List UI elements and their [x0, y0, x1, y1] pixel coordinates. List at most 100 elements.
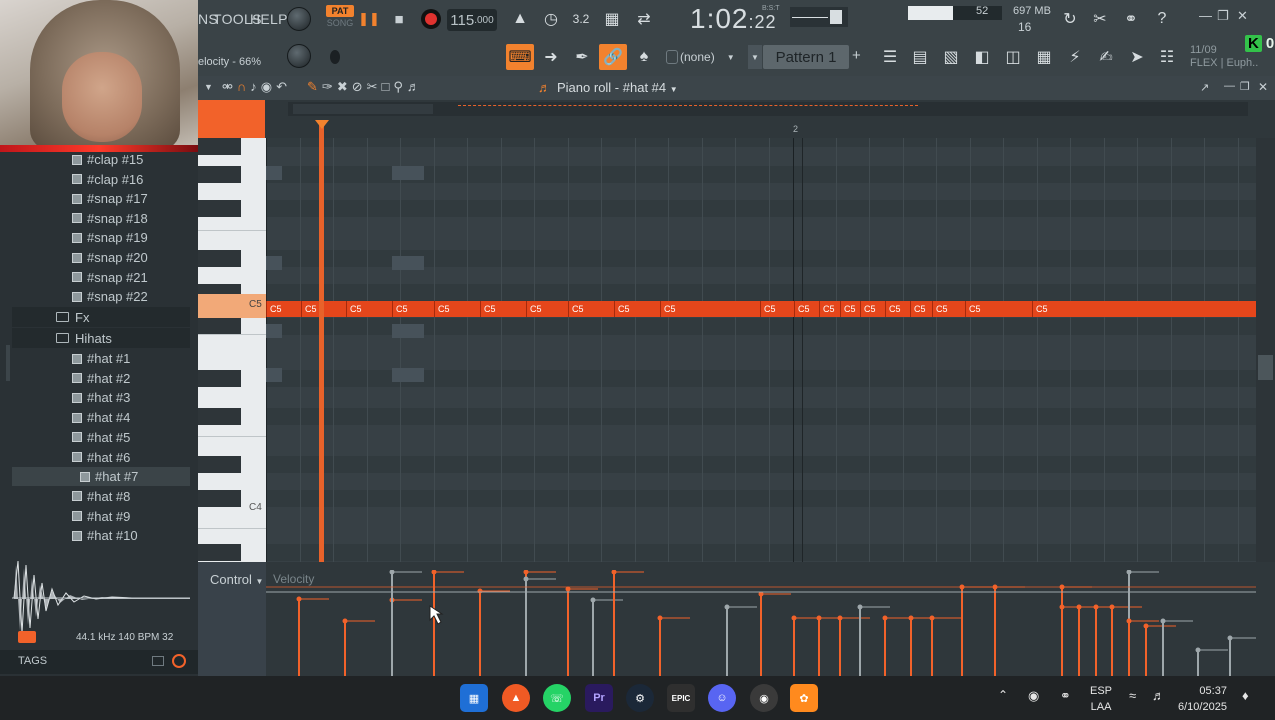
record-button[interactable]: [421, 9, 441, 29]
language-indicator[interactable]: ESP LAA: [1090, 683, 1112, 715]
note[interactable]: C5: [480, 301, 526, 317]
browser-item[interactable]: #snap #21: [72, 268, 148, 287]
velocity-handle[interactable]: [342, 618, 348, 624]
browser-item[interactable]: #hat #3: [72, 388, 130, 407]
velocity-handle[interactable]: [657, 615, 663, 621]
piano-keyboard[interactable]: [198, 138, 266, 562]
note[interactable]: C5: [860, 301, 885, 317]
magnet-icon[interactable]: ⚮: [222, 79, 233, 97]
arrow-right-icon[interactable]: ➜: [537, 44, 565, 70]
control-dropdown[interactable]: Control ▼: [210, 572, 263, 587]
velocity-handle[interactable]: [477, 588, 483, 594]
velocity-handle[interactable]: [908, 615, 914, 621]
loop-record-icon[interactable]: ⇄: [630, 6, 658, 32]
browser-item[interactable]: #clap #16: [72, 170, 143, 189]
refresh-icon[interactable]: ↻: [1056, 6, 1084, 32]
channel-selector[interactable]: (none) ▼: [680, 47, 738, 67]
expand-icon[interactable]: ↗: [1200, 81, 1209, 94]
note[interactable]: C5: [660, 301, 760, 317]
system-clock[interactable]: 05:37 6/10/2025: [1178, 683, 1227, 715]
note[interactable]: C5: [614, 301, 660, 317]
browser-item[interactable]: #hat #9: [72, 507, 130, 526]
zoom-icon[interactable]: ⚲: [393, 79, 403, 97]
search-icon[interactable]: [172, 654, 186, 668]
select-icon[interactable]: □: [382, 79, 390, 97]
note-grid[interactable]: [266, 138, 1256, 562]
note[interactable]: C5: [434, 301, 480, 317]
browser-folder[interactable]: Hihats: [12, 328, 190, 348]
wait-input-icon[interactable]: ◷: [537, 6, 565, 32]
browser-item[interactable]: #hat #8: [72, 487, 130, 506]
scissors-icon[interactable]: ✂: [1086, 6, 1114, 32]
black-key[interactable]: [198, 456, 241, 473]
black-key[interactable]: [198, 250, 241, 267]
velocity-handle[interactable]: [816, 615, 822, 621]
velocity-handle[interactable]: [523, 576, 529, 582]
note[interactable]: C5: [760, 301, 794, 317]
countdown-icon[interactable]: 3.2: [567, 6, 595, 32]
link-icon[interactable]: 🔗: [599, 44, 627, 70]
browser-item[interactable]: #snap #17: [72, 189, 148, 208]
title-chevron-icon[interactable]: ▼: [670, 85, 678, 94]
menu-arrow-icon[interactable]: ▼: [204, 82, 213, 92]
browser-item[interactable]: #clap #15: [72, 150, 143, 169]
timeline-ruler[interactable]: [198, 100, 1275, 138]
velocity-handle[interactable]: [1109, 604, 1115, 610]
tempo-tapper-icon[interactable]: ➤: [1123, 44, 1151, 70]
velocity-handle[interactable]: [1126, 570, 1132, 575]
pr-close-icon[interactable]: ✕: [1258, 80, 1268, 94]
undo-icon[interactable]: ↶: [276, 79, 287, 97]
metronome-icon[interactable]: ▲: [506, 6, 534, 32]
vertical-scroll-thumb[interactable]: [1258, 355, 1273, 380]
velocity-handle[interactable]: [1143, 623, 1149, 629]
steam-icon[interactable]: ⚙: [626, 684, 654, 712]
wifi-icon[interactable]: ≈: [1129, 688, 1136, 703]
note[interactable]: C5: [346, 301, 392, 317]
velocity-handle[interactable]: [1059, 604, 1065, 610]
master-pitch-knob[interactable]: [287, 44, 311, 68]
mixer-icon[interactable]: ◧: [968, 44, 996, 70]
note[interactable]: C5: [526, 301, 568, 317]
note[interactable]: C5: [266, 301, 301, 317]
browser-item[interactable]: #snap #20: [72, 248, 148, 267]
browser-item[interactable]: #snap #19: [72, 228, 148, 247]
scroll-thumb[interactable]: [293, 104, 433, 114]
volume-icon[interactable]: ♬: [1152, 688, 1165, 703]
browser-item[interactable]: #hat #2: [72, 369, 130, 388]
minimize-icon[interactable]: —: [1199, 8, 1212, 23]
velocity-handle[interactable]: [590, 597, 596, 603]
velocity-handle[interactable]: [882, 615, 888, 621]
pitch-slider-icon[interactable]: [330, 50, 340, 64]
windows-start-icon[interactable]: ▦: [460, 684, 488, 712]
browser-item[interactable]: #hat #4: [72, 408, 130, 427]
add-pattern-button[interactable]: +: [852, 47, 861, 64]
piano-icon[interactable]: ▧: [937, 44, 965, 70]
piano-roll-icon[interactable]: ⌨: [506, 44, 534, 70]
velocity-handle[interactable]: [837, 615, 843, 621]
velocity-handle[interactable]: [1126, 618, 1132, 624]
velocity-handle[interactable]: [1195, 647, 1201, 653]
shop-icon[interactable]: ☷: [1153, 44, 1181, 70]
lock-icon[interactable]: [666, 50, 678, 64]
delete-tool-icon[interactable]: ✖: [337, 79, 348, 97]
velocity-handle[interactable]: [1093, 604, 1099, 610]
help-icon[interactable]: ?: [1148, 6, 1176, 32]
menu-help[interactable]: HELP: [250, 11, 288, 27]
velocity-handle[interactable]: [857, 604, 863, 610]
note[interactable]: C5: [965, 301, 1032, 317]
speaker-icon[interactable]: ♬: [407, 79, 420, 97]
velocity-handle[interactable]: [611, 570, 617, 575]
browser-item[interactable]: #hat #10: [72, 526, 138, 545]
plugin-db-icon[interactable]: ▦: [1030, 44, 1058, 70]
pr-minimize-icon[interactable]: —: [1224, 80, 1235, 92]
obs-icon[interactable]: ◉: [750, 684, 778, 712]
browser-scrollbar[interactable]: [6, 345, 10, 381]
black-key[interactable]: [198, 200, 241, 217]
note[interactable]: C5: [840, 301, 860, 317]
channel-rack-icon[interactable]: ▤: [906, 44, 934, 70]
velocity-handle[interactable]: [1160, 618, 1166, 624]
epic-games-icon[interactable]: EPIC: [667, 684, 695, 712]
playlist-icon[interactable]: ☰: [876, 44, 904, 70]
plug-icon[interactable]: ⚡: [1061, 44, 1089, 70]
step-edit-icon[interactable]: ▦: [598, 6, 626, 32]
